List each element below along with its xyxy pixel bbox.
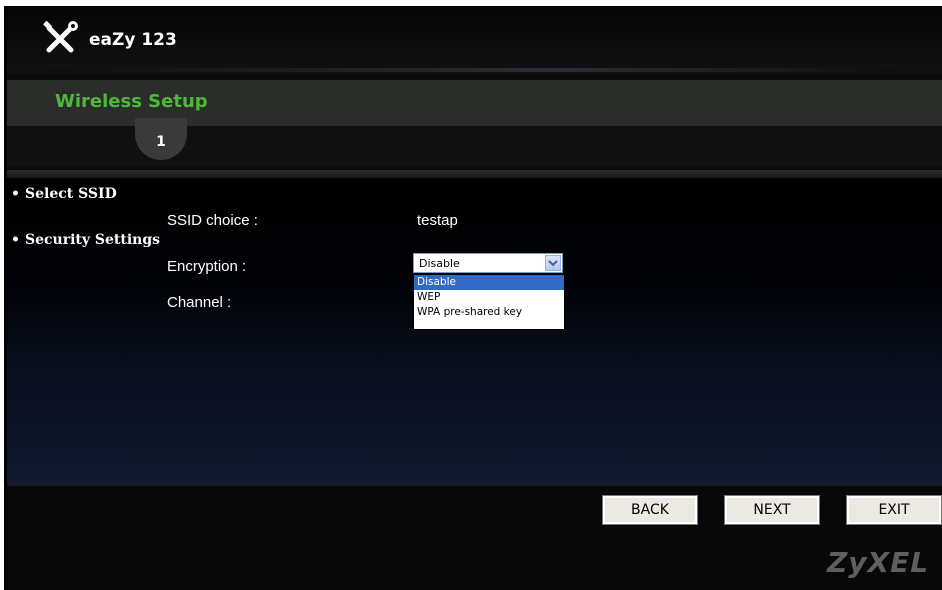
encryption-selected-value: Disable: [419, 257, 460, 270]
encryption-label: Encryption :: [167, 258, 247, 275]
ssid-choice-value: testap: [417, 212, 458, 229]
encryption-dropdown-list: Disable WEP WPA pre-shared key: [413, 274, 565, 330]
encryption-option-disable[interactable]: Disable: [414, 275, 564, 290]
select-ssid-heading-text: Select SSID: [25, 186, 117, 202]
ssid-choice-label: SSID choice :: [167, 212, 258, 229]
divider: [7, 170, 942, 178]
chevron-down-icon[interactable]: [545, 255, 561, 271]
content-area: [7, 178, 942, 486]
bullet-icon: •: [11, 186, 20, 202]
next-button[interactable]: NEXT: [724, 495, 820, 525]
encryption-option-wep[interactable]: WEP: [414, 290, 564, 305]
tools-icon: [43, 20, 78, 53]
security-settings-heading: • Security Settings: [11, 232, 160, 248]
channel-label: Channel :: [167, 294, 232, 311]
bullet-icon: •: [11, 232, 20, 248]
encryption-select[interactable]: Disable: [413, 253, 563, 273]
back-button[interactable]: BACK: [602, 495, 698, 525]
app-title: eaZy 123: [89, 30, 177, 50]
exit-button[interactable]: EXIT: [846, 495, 942, 525]
header-bar: eaZy 123: [7, 6, 942, 74]
header-rule: [47, 68, 897, 72]
security-settings-heading-text: Security Settings: [25, 232, 161, 248]
section-title: Wireless Setup: [55, 91, 208, 112]
encryption-option-wpa-psk[interactable]: WPA pre-shared key: [414, 305, 564, 320]
zyxel-logo: ZyXEL: [827, 546, 930, 579]
select-ssid-heading: • Select SSID: [11, 186, 117, 202]
wizard-window: eaZy 123 Wireless Setup 1 • Select SSID S…: [4, 6, 942, 590]
